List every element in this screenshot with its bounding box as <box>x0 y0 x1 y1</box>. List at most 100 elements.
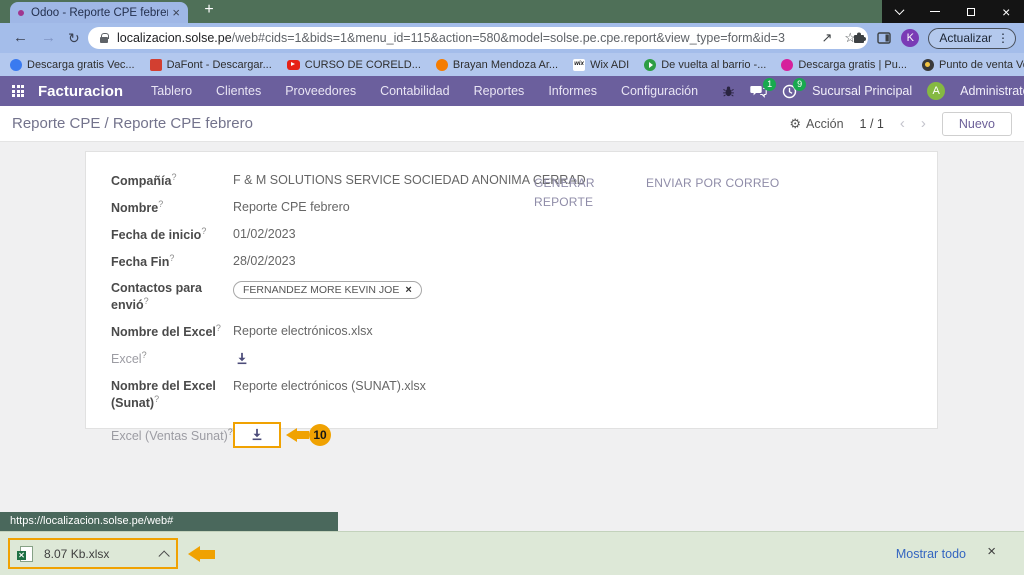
new-tab-button[interactable]: + <box>198 1 220 19</box>
help-marker: ? <box>142 350 147 360</box>
chevron-up-icon[interactable] <box>158 550 169 561</box>
download-icon <box>250 428 264 442</box>
activities-button[interactable]: 9 <box>782 84 797 99</box>
pager-next-icon[interactable]: › <box>921 116 926 131</box>
messages-badge: 1 <box>763 78 776 91</box>
download-file-name: 8.07 Kb.xlsx <box>44 547 109 561</box>
share-icon[interactable]: ↗ <box>821 30 832 46</box>
download-excel-button[interactable] <box>233 351 251 367</box>
bookmark-label: Wix ADI <box>590 59 629 71</box>
annotation-step-badge: 10 <box>309 424 331 446</box>
breadcrumb-parent[interactable]: Reporte CPE <box>12 115 100 132</box>
action-label: Acción <box>806 117 844 131</box>
new-record-button[interactable]: Nuevo <box>942 112 1012 136</box>
field-value-fecha-fin[interactable]: 28/02/2023 <box>233 253 296 268</box>
chrome-update-button[interactable]: Actualizar ⋮ <box>928 28 1016 49</box>
app-name[interactable]: Facturacion <box>38 83 123 100</box>
side-panel-icon[interactable] <box>876 30 892 46</box>
chevron-down-icon <box>895 5 905 15</box>
field-value-fecha-inicio[interactable]: 01/02/2023 <box>233 226 296 241</box>
bookmark-item[interactable]: DaFont - Descargar... <box>150 59 272 71</box>
bookmark-label: Brayan Mendoza Ar... <box>453 59 558 71</box>
field-row-excel: Excel? <box>111 350 937 369</box>
contact-tag[interactable]: FERNANDEZ MORE KEVIN JOE × <box>233 281 422 299</box>
odoo-navbar: Facturacion Tablero Clientes Proveedores… <box>0 76 1024 106</box>
field-value-nombre-excel-sunat[interactable]: Reporte electrónicos (SUNAT).xlsx <box>233 378 426 393</box>
status-url-tooltip: https://localizacion.solse.pe/web# <box>0 512 338 531</box>
bookmark-item[interactable]: Descarga gratis | Pu... <box>781 59 907 71</box>
menu-informes[interactable]: Informes <box>548 84 597 98</box>
pager-previous-icon[interactable]: ‹ <box>900 116 905 131</box>
field-row-contactos: Contactos para envió? FERNANDEZ MORE KEV… <box>111 280 937 314</box>
field-value-compania[interactable]: F & M SOLUTIONS SERVICE SOCIEDAD ANONIMA… <box>233 172 586 187</box>
field-label: Fecha de inicio? <box>111 226 233 243</box>
menu-tablero[interactable]: Tablero <box>151 84 192 98</box>
apps-grid-icon[interactable] <box>12 85 24 97</box>
user-menu[interactable]: Administrator (localizacion) <box>960 84 1024 98</box>
field-value-nombre[interactable]: Reporte CPE febrero <box>233 199 350 214</box>
help-marker: ? <box>158 199 163 209</box>
bookmark-favicon-icon <box>150 59 162 71</box>
help-marker: ? <box>154 394 159 404</box>
chrome-profile-avatar[interactable]: K <box>901 29 919 47</box>
window-menu-button[interactable] <box>882 0 918 23</box>
show-all-downloads-link[interactable]: Mostrar todo <box>896 547 966 561</box>
field-value-excel-ventas-sunat: 10 <box>233 421 281 448</box>
field-row-nombre-excel-sunat: Nombre del Excel (Sunat)? Reporte electr… <box>111 378 937 412</box>
window-controls: × <box>882 0 1024 23</box>
forward-button[interactable]: → <box>41 28 56 48</box>
generar-reporte-button[interactable]: GENERAR REPORTE <box>534 174 614 211</box>
bookmark-item[interactable]: CURSO DE CORELD... <box>287 59 421 71</box>
messages-button[interactable]: 1 <box>750 84 767 99</box>
enviar-por-correo-button[interactable]: ENVIAR POR CORREO <box>646 176 779 190</box>
debug-bug-icon[interactable] <box>722 85 735 98</box>
form-sheet: Compañía? F & M SOLUTIONS SERVICE SOCIED… <box>85 151 938 429</box>
user-avatar[interactable]: A <box>927 82 945 100</box>
window-close-button[interactable]: × <box>989 0 1024 23</box>
browser-tab[interactable]: Odoo - Reporte CPE febrero × <box>10 2 188 23</box>
help-marker: ? <box>228 427 233 437</box>
company-switcher[interactable]: Sucursal Principal <box>812 84 912 98</box>
annotation-arrow-icon: 10 <box>286 424 331 446</box>
field-label: Nombre del Excel (Sunat)? <box>111 378 233 412</box>
extensions-puzzle-icon[interactable] <box>851 30 867 46</box>
field-label: Contactos para envió? <box>111 280 233 314</box>
chrome-menu-icon[interactable]: ⋮ <box>997 31 1009 45</box>
bookmark-item[interactable]: Descarga gratis Vec... <box>10 59 135 71</box>
field-label: Excel (Ventas Sunat)? <box>111 421 233 444</box>
reload-button[interactable]: ↻ <box>68 28 80 48</box>
field-label: Fecha Fin? <box>111 253 233 270</box>
toolbar-right: K Actualizar ⋮ <box>851 23 1024 53</box>
menu-configuracion[interactable]: Configuración <box>621 84 698 98</box>
control-panel-right: ⚙ Acción 1 / 1 ‹ › Nuevo <box>789 112 1012 136</box>
bookmark-item[interactable]: Wix ADI <box>573 59 629 71</box>
field-row-excel-ventas-sunat: Excel (Ventas Sunat)? 10 <box>111 421 937 448</box>
help-marker: ? <box>144 296 149 306</box>
window-restore-button[interactable] <box>953 0 989 23</box>
bookmark-item[interactable]: Punto de venta Ven... <box>922 59 1024 71</box>
help-marker: ? <box>171 172 176 182</box>
shelf-close-icon[interactable]: × <box>987 544 996 559</box>
field-value-nombre-excel[interactable]: Reporte electrónicos.xlsx <box>233 323 373 338</box>
menu-clientes[interactable]: Clientes <box>216 84 261 98</box>
bookmark-favicon-icon <box>436 59 448 71</box>
bookmark-item[interactable]: De vuelta al barrio -... <box>644 59 766 71</box>
restore-icon <box>967 8 975 16</box>
action-menu-button[interactable]: ⚙ Acción <box>789 116 843 132</box>
url-path: /web#cids=1&bids=1&menu_id=115&action=58… <box>232 31 810 45</box>
systray: 1 9 Sucursal Principal A Administrator (… <box>722 82 1024 100</box>
menu-reportes[interactable]: Reportes <box>474 84 525 98</box>
bookmark-item[interactable]: Brayan Mendoza Ar... <box>436 59 558 71</box>
download-icon <box>235 352 249 366</box>
excel-file-icon <box>20 546 33 562</box>
download-excel-sunat-button[interactable] <box>248 427 266 443</box>
tab-close-icon[interactable]: × <box>172 6 180 19</box>
address-bar[interactable]: localizacion.solse.pe /web#cids=1&bids=1… <box>88 27 868 49</box>
menu-contabilidad[interactable]: Contabilidad <box>380 84 450 98</box>
minimize-icon <box>930 11 940 13</box>
tag-remove-icon[interactable]: × <box>405 284 411 296</box>
window-minimize-button[interactable] <box>918 0 954 23</box>
download-chip-highlight[interactable]: 8.07 Kb.xlsx <box>8 538 178 569</box>
menu-proveedores[interactable]: Proveedores <box>285 84 356 98</box>
back-button[interactable]: ← <box>13 28 28 48</box>
